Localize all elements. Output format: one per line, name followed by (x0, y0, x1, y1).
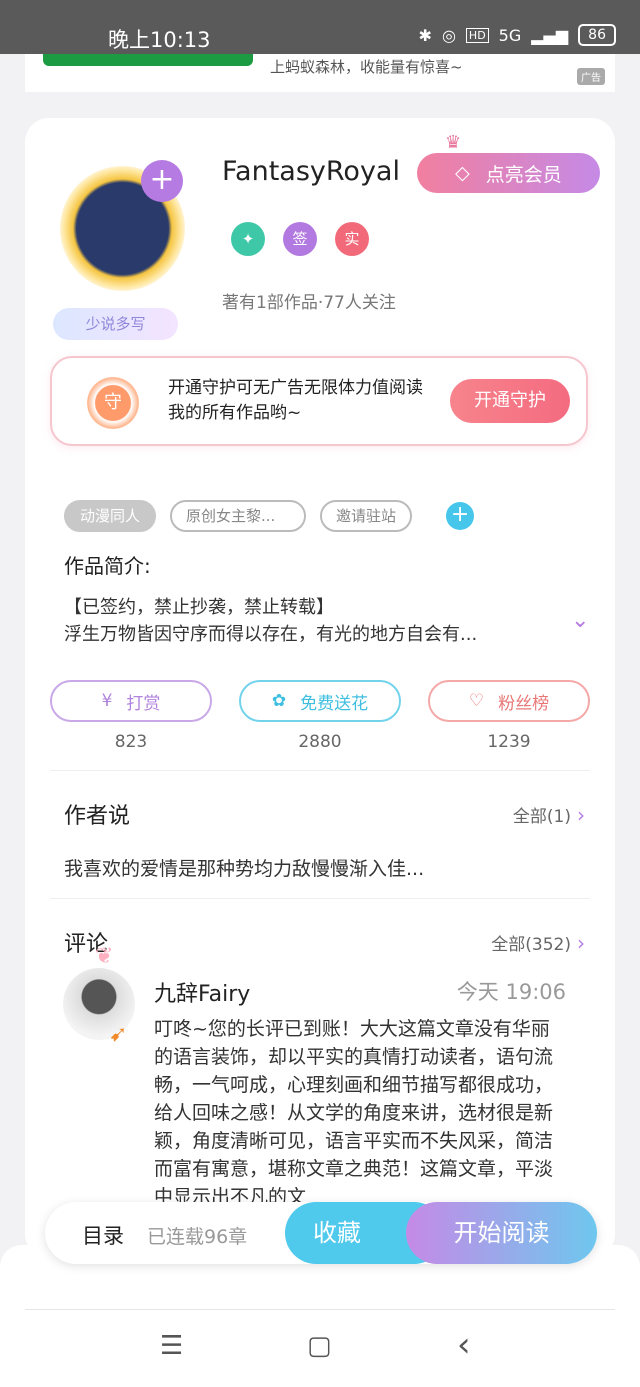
author-card: + 少说多写 FantasyRoyal ♛ ◇ 点亮会员 ✦ 签 实 著有1部作… (25, 118, 615, 1258)
back-icon[interactable]: ‹ (457, 1325, 471, 1365)
guard-text: 开通守护可无广告无限体力值阅读我的所有作品哟~ (168, 378, 423, 423)
comments-more[interactable]: 全部(352) › (491, 930, 585, 955)
expand-chevron-icon[interactable]: ⌄ (571, 608, 589, 633)
send-flower-button[interactable]: ✿ 免费送花 (239, 680, 401, 722)
action-row: ¥ 打赏 823 ✿ 免费送花 2880 ♡ 粉丝榜 1239 (50, 680, 590, 752)
ad-badge: 广告 (577, 68, 605, 85)
reward-label: 打赏 (126, 693, 161, 714)
menu-icon[interactable]: ☰ (160, 1331, 183, 1361)
status-bar: 晚上10:13 ✱ ◎ HD 5G ▂▄▆ 86 (0, 0, 640, 54)
bluetooth-icon: ✱ (418, 25, 432, 45)
vip-button-label: 点亮会员 (485, 163, 562, 186)
status-icons: ✱ ◎ HD 5G ▂▄▆ 86 (419, 24, 616, 46)
comment-body[interactable]: 叮咚~您的长评已到账！大大这篇文章没有华丽的语言装饰，却以平实的真情打动读者，语… (154, 1015, 564, 1211)
carrot-icon: ➹ (109, 1022, 128, 1047)
vip-button[interactable]: ◇ 点亮会员 (417, 153, 600, 193)
add-tag-button[interactable]: + (446, 502, 475, 530)
intro-title: 作品简介: (64, 554, 151, 578)
fans-rank-button[interactable]: ♡ 粉丝榜 (428, 680, 590, 722)
author-say-title: 作者说 (64, 804, 131, 829)
fans-count: 1239 (487, 732, 531, 752)
intro-text[interactable]: 【已签约，禁止抄袭，禁止转载】 浮生万物皆因守序而得以存在，有光的地方自会有..… (64, 594, 544, 648)
signature-tag: 少说多写 (53, 308, 178, 340)
tag-item[interactable]: 邀请驻站 (320, 500, 413, 532)
intro-line: 【已签约，禁止抄袭，禁止转载】 (64, 597, 334, 618)
divider (50, 898, 590, 899)
divider (25, 1309, 615, 1310)
badge-list: ✦ 签 实 (231, 222, 369, 256)
reading-bar: 目录 已连载96章 收藏 开始阅读 (45, 1202, 597, 1264)
bunny-ears-icon: ❦ (95, 944, 114, 969)
chevron-right-icon: › (577, 803, 585, 827)
chevron-right-icon: › (577, 931, 585, 955)
serial-status: 已连载96章 (147, 1226, 248, 1248)
reward-action[interactable]: ¥ 打赏 823 (50, 680, 212, 752)
comments-more-label: 全部(352) (491, 935, 571, 955)
username: FantasyRoyal (222, 156, 400, 187)
open-guard-button[interactable]: 开通守护 (450, 379, 570, 423)
user-heart-icon: ♡ (468, 691, 485, 711)
network-label: 5G (498, 25, 522, 45)
tag-list: 动漫同人 原创女主黎... 邀请驻站 + (64, 500, 475, 532)
start-reading-button[interactable]: 开始阅读 (406, 1202, 597, 1264)
flower-label: 免费送花 (300, 693, 369, 714)
flower-count: 2880 (298, 732, 342, 752)
fans-label: 粉丝榜 (498, 693, 550, 714)
battery-icon: 86 (578, 24, 616, 46)
author-say-more-label: 全部(1) (512, 807, 571, 827)
reward-count: 823 (114, 732, 148, 752)
reward-button[interactable]: ¥ 打赏 (50, 680, 212, 722)
guard-banner: 守 开通守护可无广告无限体力值阅读我的所有作品哟~ 开通守护 (50, 356, 588, 446)
flower-icon: ✿ (271, 691, 287, 711)
handshake-badge-icon[interactable]: ✦ (231, 222, 265, 256)
tag-item[interactable]: 动漫同人 (64, 500, 157, 532)
signal-icon: ▂▄▆ (531, 25, 569, 45)
divider (50, 770, 590, 771)
home-icon[interactable]: ▢ (307, 1331, 332, 1361)
avatar[interactable]: + (60, 158, 190, 298)
crown-icon: ♛ (445, 132, 462, 153)
system-nav-bar: ☰ ▢ ‹ (0, 1245, 640, 1387)
verified-badge[interactable]: 实 (335, 222, 369, 256)
commenter-name[interactable]: 九辞Fairy (154, 976, 250, 1008)
fans-action[interactable]: ♡ 粉丝榜 1239 (428, 680, 590, 752)
tag-item[interactable]: 原创女主黎... (170, 500, 307, 532)
toc-button[interactable]: 目录 (82, 1220, 124, 1250)
flower-action[interactable]: ✿ 免费送花 2880 (239, 680, 401, 752)
author-say-more[interactable]: 全部(1) › (513, 802, 585, 827)
ad-text: 上蚂蚁森林，收能量有惊喜~ (270, 58, 463, 76)
diamond-icon: ◇ (455, 162, 470, 184)
author-say-text[interactable]: 我喜欢的爱情是那种势均力敌慢慢渐入佳... (64, 854, 424, 881)
clock: 晚上10:13 (108, 28, 211, 52)
add-avatar-button[interactable]: + (141, 160, 183, 202)
yen-icon: ¥ (101, 691, 113, 711)
intro-line: 浮生万物皆因守序而得以存在，有光的地方自会有... (64, 624, 478, 645)
comment-time: 今天 19:06 (456, 980, 566, 1004)
guard-shield-icon: 守 (82, 372, 144, 434)
works-info: 著有1部作品·77人关注 (222, 293, 396, 313)
alarm-icon: ◎ (441, 25, 456, 45)
signed-badge[interactable]: 签 (283, 222, 317, 256)
hd-icon: HD (465, 27, 489, 43)
